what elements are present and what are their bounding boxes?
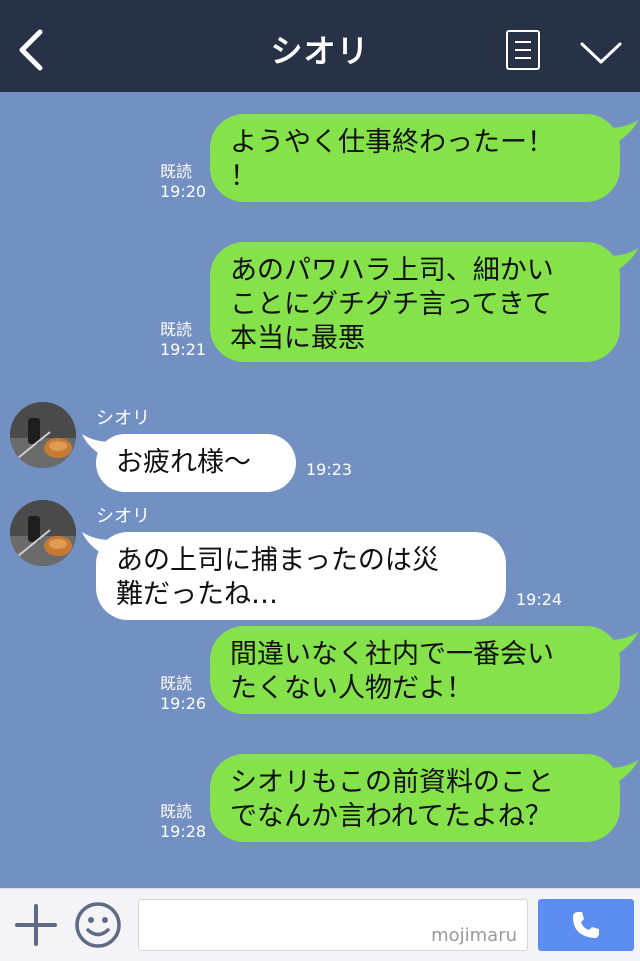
message-time: 19:20 xyxy=(160,182,207,201)
message-meta: 既読 19:26 xyxy=(160,674,206,714)
message-line: たくない人物だよ！ xyxy=(230,673,473,704)
smiley-icon[interactable] xyxy=(74,901,122,949)
read-receipt: 既読 xyxy=(160,674,193,693)
message-time: 19:28 xyxy=(160,822,207,841)
my-message-bubble[interactable]: あのパワハラ上司、細かい ことにグチグチ言ってきて 本当に最悪 xyxy=(210,242,620,362)
message-time: 19:23 xyxy=(306,460,353,479)
sender-name: シオリ xyxy=(96,506,150,527)
their-message-bubble[interactable]: お疲れ様〜 xyxy=(96,434,296,492)
message-line: ことにグチグチ言ってきて xyxy=(230,289,552,320)
message-row: シオリ お疲れ様〜 19:23 xyxy=(0,400,640,496)
bubble-tail xyxy=(608,632,638,656)
message-line: 難だったね… xyxy=(116,579,278,610)
avatar[interactable] xyxy=(10,402,76,468)
message-meta: 既読 19:28 xyxy=(160,802,206,842)
message-line: ！ xyxy=(230,161,257,192)
my-message-bubble[interactable]: シオリもこの前資料のこと でなんか言われてたよね？ xyxy=(210,754,620,842)
read-receipt: 既読 xyxy=(160,162,193,181)
message-row: 既読 19:20 ようやく仕事終わったー！ ！ xyxy=(0,114,640,206)
message-time: 19:21 xyxy=(160,340,207,359)
message-line: シオリもこの前資料のこと xyxy=(230,767,554,798)
avatar[interactable] xyxy=(10,500,76,566)
my-message-bubble[interactable]: ようやく仕事終わったー！ ！ xyxy=(210,114,620,202)
message-line: あの上司に捕まったのは災 xyxy=(116,545,439,576)
watermark: mojimaru xyxy=(431,925,517,946)
their-message-bubble[interactable]: あの上司に捕まったのは災 難だったね… xyxy=(96,532,506,620)
message-meta: 既読 19:21 xyxy=(160,320,206,360)
message-line: 間違いなく社内で一番会い xyxy=(230,639,554,670)
message-line: あのパワハラ上司、細かい xyxy=(230,255,554,286)
plus-icon[interactable] xyxy=(14,903,58,947)
chevron-down-icon[interactable] xyxy=(578,34,624,70)
avatar-image xyxy=(10,402,76,468)
bubble-tail xyxy=(608,120,638,144)
read-receipt: 既読 xyxy=(160,802,193,821)
avatar-image xyxy=(10,500,76,566)
message-row: 既読 19:28 シオリもこの前資料のこと でなんか言われてたよね？ xyxy=(0,754,640,846)
bubble-tail xyxy=(608,248,638,272)
sender-name: シオリ xyxy=(96,408,150,429)
phone-icon xyxy=(573,912,599,938)
call-button[interactable] xyxy=(538,899,634,951)
message-line: ようやく仕事終わったー！ xyxy=(230,127,554,158)
message-line: 本当に最悪 xyxy=(230,323,365,354)
message-line: お疲れ様〜 xyxy=(116,447,251,478)
message-time: 19:26 xyxy=(160,694,207,713)
message-time: 19:24 xyxy=(516,590,563,609)
message-input[interactable]: mojimaru xyxy=(138,899,528,951)
chat-header: シオリ xyxy=(0,0,640,92)
chat-title: シオリ xyxy=(270,32,370,70)
my-message-bubble[interactable]: 間違いなく社内で一番会い たくない人物だよ！ xyxy=(210,626,620,714)
message-line: でなんか言われてたよね？ xyxy=(230,801,552,832)
message-row: 既読 19:21 あのパワハラ上司、細かい ことにグチグチ言ってきて 本当に最悪 xyxy=(0,242,640,366)
message-row: 既読 19:26 間違いなく社内で一番会い たくない人物だよ！ xyxy=(0,626,640,718)
message-input-bar: mojimaru xyxy=(0,888,640,961)
bubble-tail xyxy=(608,760,638,784)
message-meta: 既読 19:20 xyxy=(160,162,206,202)
menu-list-icon[interactable] xyxy=(506,30,540,70)
message-row: シオリ あの上司に捕まったのは災 難だったね… 19:24 xyxy=(0,498,640,622)
read-receipt: 既読 xyxy=(160,320,193,339)
